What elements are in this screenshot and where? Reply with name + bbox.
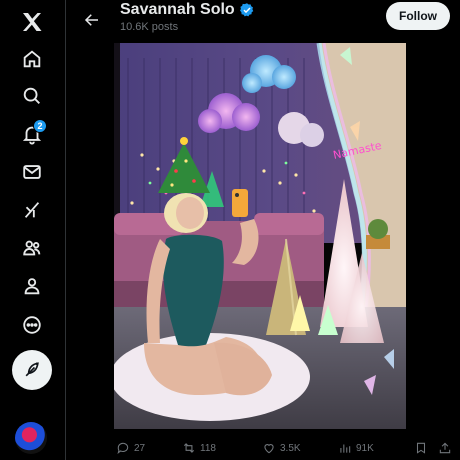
messages-icon[interactable] <box>12 152 52 192</box>
post-count: 10.6K posts <box>120 21 179 33</box>
reply-button[interactable]: 27 <box>116 437 145 459</box>
search-icon[interactable] <box>12 76 52 116</box>
notifications-icon[interactable]: 2 <box>12 114 52 154</box>
compose-post-button[interactable] <box>12 350 52 390</box>
communities-icon[interactable] <box>12 228 52 268</box>
account-avatar[interactable] <box>15 422 47 454</box>
bookmark-icon <box>416 442 426 454</box>
app: 2 Savannah Solo 10.6K posts Follow Namas… <box>0 0 460 460</box>
reply-icon <box>117 442 129 454</box>
like-button[interactable]: 3.5K <box>262 437 301 459</box>
follow-button[interactable]: Follow <box>386 2 450 30</box>
profile-header: Savannah Solo 10.6K posts Follow <box>67 0 460 42</box>
share-icon <box>439 442 451 454</box>
profile-name-text: Savannah Solo <box>120 1 235 18</box>
more-icon[interactable] <box>12 305 52 345</box>
views-button[interactable]: 91K <box>338 437 374 459</box>
post-photo: Namaste <box>114 43 406 429</box>
heart-icon <box>264 444 274 454</box>
media-viewer[interactable]: Namaste <box>114 43 406 429</box>
profile-icon[interactable] <box>12 266 52 306</box>
x-logo-icon[interactable] <box>12 2 52 42</box>
bookmark-button[interactable] <box>414 437 428 459</box>
repost-count: 118 <box>200 442 216 454</box>
profile-name: Savannah Solo <box>120 1 255 19</box>
post-actions: 27 118 3.5K 91K <box>108 437 460 459</box>
share-button[interactable] <box>438 437 452 459</box>
grok-icon[interactable] <box>12 190 52 230</box>
back-button[interactable] <box>75 3 109 37</box>
left-navigation: 2 <box>0 0 66 460</box>
verified-badge-icon <box>239 2 255 18</box>
notification-count-badge: 2 <box>33 119 47 133</box>
view-count: 91K <box>356 442 374 454</box>
repost-button[interactable]: 118 <box>182 437 216 459</box>
reply-count: 27 <box>134 442 146 454</box>
feather-icon <box>25 362 39 377</box>
repost-icon <box>183 443 195 453</box>
views-icon <box>340 444 351 453</box>
home-icon[interactable] <box>12 39 52 79</box>
like-count: 3.5K <box>280 442 301 454</box>
back-arrow-icon <box>84 14 98 26</box>
